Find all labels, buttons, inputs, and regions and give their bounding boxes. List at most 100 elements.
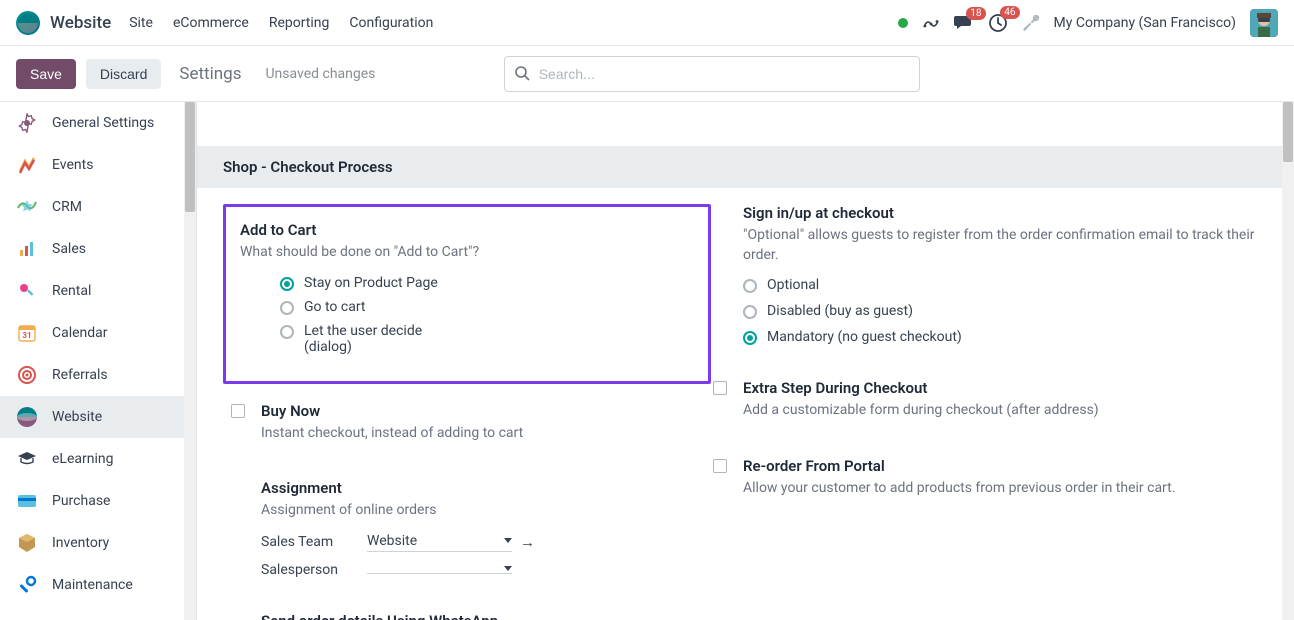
checkbox-reorder[interactable] xyxy=(713,459,727,473)
unsaved-indicator: Unsaved changes xyxy=(265,66,375,82)
caret-down-icon xyxy=(504,538,512,543)
sidebar-item-referrals[interactable]: Referrals xyxy=(0,354,196,396)
sidebar-item-label: eLearning xyxy=(52,451,113,467)
checkbox-extra-step[interactable] xyxy=(713,381,727,395)
radio-option-go-to-cart[interactable]: Go to cart xyxy=(280,299,694,315)
sidebar-item-purchase[interactable]: Purchase xyxy=(0,480,196,522)
setting-desc: Instant checkout, instead of adding to c… xyxy=(261,424,711,444)
calendar-icon: 31 xyxy=(16,322,38,344)
presence-status-icon[interactable] xyxy=(898,18,908,28)
field-sales-team[interactable]: Website xyxy=(367,533,512,552)
setting-title: Sign in/up at checkout xyxy=(743,204,1256,222)
activities-icon[interactable]: 46 xyxy=(988,13,1008,33)
setting-desc: "Optional" allows guests to register fro… xyxy=(743,226,1256,265)
radio-icon xyxy=(743,279,757,293)
rental-icon xyxy=(16,280,38,302)
debug-icon[interactable] xyxy=(922,16,940,30)
section-header: Shop - Checkout Process xyxy=(197,146,1282,188)
radio-label: Optional xyxy=(767,277,819,293)
setting-desc: What should be done on "Add to Cart"? xyxy=(240,243,694,263)
sidebar-item-label: Purchase xyxy=(52,493,110,509)
setting-title: Buy Now xyxy=(261,402,711,420)
control-bar: Save Discard Settings Unsaved changes xyxy=(0,46,1294,102)
discard-button[interactable]: Discard xyxy=(86,59,161,89)
sidebar-item-inventory[interactable]: Inventory xyxy=(0,522,196,564)
user-avatar[interactable] xyxy=(1250,9,1278,37)
main-area: General Settings Events CRM Sales Rental… xyxy=(0,102,1294,620)
sidebar-item-label: Referrals xyxy=(52,367,108,383)
menu-reporting[interactable]: Reporting xyxy=(269,15,330,31)
external-link-icon[interactable]: → xyxy=(520,533,535,551)
menu-site[interactable]: Site xyxy=(129,15,153,31)
menu-configuration[interactable]: Configuration xyxy=(349,15,433,31)
sidebar-scrollbar[interactable] xyxy=(184,102,196,620)
sidebar-item-manufacturing[interactable]: Manufacturing xyxy=(0,606,196,620)
setting-desc: Add a customizable form during checkout … xyxy=(743,401,1256,421)
sidebar-item-sales[interactable]: Sales xyxy=(0,228,196,270)
setting-title: Extra Step During Checkout xyxy=(743,379,1256,397)
radio-icon xyxy=(280,325,294,339)
purchase-icon xyxy=(16,490,38,512)
sidebar-item-general-settings[interactable]: General Settings xyxy=(0,102,196,144)
messages-icon[interactable]: 18 xyxy=(954,14,974,32)
content-scrollbar[interactable] xyxy=(1282,102,1294,620)
highlighted-setting: Add to Cart What should be done on "Add … xyxy=(223,204,711,384)
sidebar-item-crm[interactable]: CRM xyxy=(0,186,196,228)
inventory-icon xyxy=(16,532,38,554)
tools-icon[interactable] xyxy=(1022,14,1040,32)
field-label-salesperson: Salesperson xyxy=(261,562,367,578)
sidebar-item-label: Rental xyxy=(52,283,91,299)
field-salesperson[interactable] xyxy=(367,566,512,574)
search-input[interactable] xyxy=(504,56,920,92)
sidebar-item-rental[interactable]: Rental xyxy=(0,270,196,312)
setting-whatsapp: Send order details Using WhatsApp xyxy=(223,612,711,620)
sidebar-item-events[interactable]: Events xyxy=(0,144,196,186)
setting-title: Assignment xyxy=(261,479,711,497)
gear-icon xyxy=(16,112,38,134)
setting-title: Re-order From Portal xyxy=(743,457,1256,475)
radio-icon xyxy=(280,277,294,291)
search-container xyxy=(504,56,920,92)
page-title: Settings xyxy=(179,64,241,84)
checkbox-buy-now[interactable] xyxy=(231,404,245,418)
crm-icon xyxy=(16,196,38,218)
setting-signin: Sign in/up at checkout "Optional" allows… xyxy=(743,204,1256,355)
top-navbar: Website Site eCommerce Reporting Configu… xyxy=(0,0,1294,46)
setting-title: Send order details Using WhatsApp xyxy=(261,612,711,620)
setting-assignment: Assignment Assignment of online orders S… xyxy=(223,479,711,588)
setting-buy-now: Buy Now Instant checkout, instead of add… xyxy=(223,402,711,456)
elearning-icon xyxy=(16,448,38,470)
sidebar-item-label: Sales xyxy=(52,241,86,257)
search-icon xyxy=(514,65,530,85)
radio-label: Stay on Product Page xyxy=(304,275,438,291)
manufacturing-icon xyxy=(16,616,38,620)
referrals-icon xyxy=(16,364,38,386)
company-selector[interactable]: My Company (San Francisco) xyxy=(1054,15,1236,31)
radio-option-optional[interactable]: Optional xyxy=(743,277,1256,293)
menu-ecommerce[interactable]: eCommerce xyxy=(173,15,249,31)
setting-desc: Allow your customer to add products from… xyxy=(743,479,1256,499)
sidebar-item-label: General Settings xyxy=(52,115,154,131)
svg-text:31: 31 xyxy=(22,331,31,340)
radio-option-mandatory[interactable]: Mandatory (no guest checkout) xyxy=(743,329,1256,345)
sidebar-item-website[interactable]: Website xyxy=(0,396,196,438)
save-button[interactable]: Save xyxy=(16,59,76,89)
radio-option-disabled[interactable]: Disabled (buy as guest) xyxy=(743,303,1256,319)
radio-label: Go to cart xyxy=(304,299,366,315)
setting-title-add-to-cart: Add to Cart xyxy=(240,221,694,239)
app-logo-icon[interactable] xyxy=(16,11,40,35)
radio-option-user-decide[interactable]: Let the user decide (dialog) xyxy=(280,323,694,355)
sidebar-item-label: Maintenance xyxy=(52,577,133,593)
radio-label: Let the user decide (dialog) xyxy=(304,323,434,355)
radio-icon xyxy=(280,301,294,315)
settings-sidebar: General Settings Events CRM Sales Rental… xyxy=(0,102,196,620)
sidebar-item-elearning[interactable]: eLearning xyxy=(0,438,196,480)
website-icon xyxy=(16,406,38,428)
radio-option-stay[interactable]: Stay on Product Page xyxy=(280,275,694,291)
radio-icon xyxy=(743,305,757,319)
setting-reorder: Re-order From Portal Allow your customer… xyxy=(713,457,1256,511)
radio-label: Disabled (buy as guest) xyxy=(767,303,913,319)
app-title[interactable]: Website xyxy=(50,13,111,33)
sidebar-item-maintenance[interactable]: Maintenance xyxy=(0,564,196,606)
sidebar-item-calendar[interactable]: 31 Calendar xyxy=(0,312,196,354)
